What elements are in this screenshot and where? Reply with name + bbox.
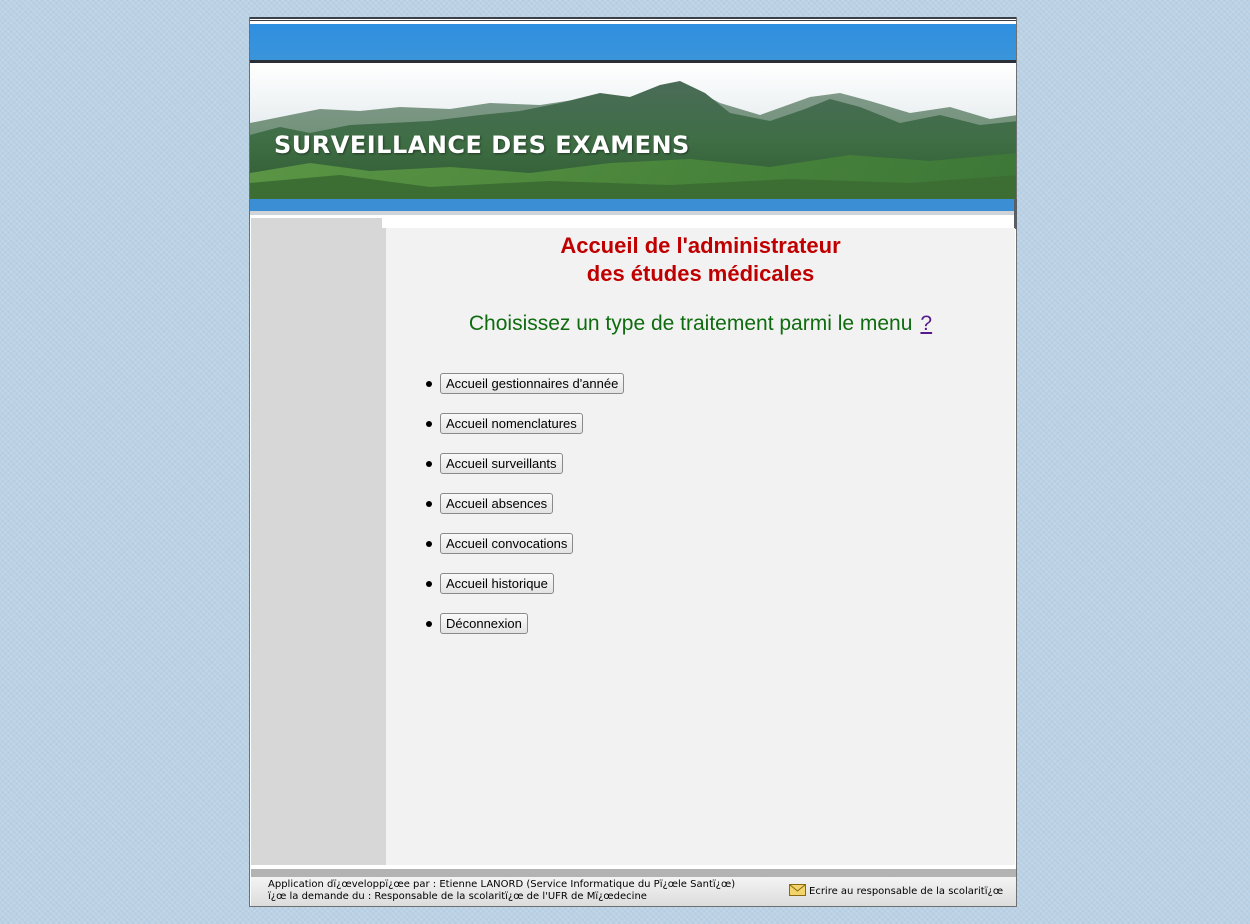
banner-shadow	[250, 211, 1016, 215]
page-title: Accueil de l'administrateur des études m…	[386, 232, 1015, 288]
bullet-icon	[426, 581, 432, 587]
top-border-thin	[250, 20, 1016, 21]
history-button[interactable]: Accueil historique	[440, 573, 554, 594]
list-item: Accueil historique	[426, 573, 624, 613]
left-sidebar	[251, 218, 386, 865]
page-title-line1: Accueil de l'administrateur	[560, 233, 841, 258]
page-title-line2: des études médicales	[586, 261, 815, 286]
sidebar-notch	[382, 218, 388, 228]
admin-menu: Accueil gestionnaires d'année Accueil no…	[426, 373, 625, 653]
bullet-icon	[426, 621, 432, 627]
list-item: Accueil surveillants	[426, 453, 624, 493]
footer-request: ï¿œ la demande du : Responsable de la sc…	[268, 891, 647, 902]
bullet-icon	[426, 541, 432, 547]
contact-link-label: Ecrire au responsable de la scolaritï¿œ	[809, 886, 1004, 897]
header-banner: SURVEILLANCE DES EXAMENS	[250, 63, 1016, 199]
list-item: Accueil gestionnaires d'année	[426, 373, 625, 413]
banner-blue-strip	[250, 199, 1016, 211]
year-managers-button[interactable]: Accueil gestionnaires d'année	[440, 373, 625, 394]
instruction-label: Choisissez un type de traitement parmi l…	[468, 312, 913, 335]
bullet-icon	[426, 461, 432, 467]
footer: Application dï¿œveloppï¿œe par : Etienne…	[251, 877, 1016, 906]
envelope-icon	[789, 884, 806, 896]
supervisors-button[interactable]: Accueil surveillants	[440, 453, 563, 474]
help-link[interactable]: ?	[920, 312, 932, 335]
list-item: Déconnexion	[426, 613, 624, 653]
list-item: Accueil convocations	[426, 533, 624, 573]
nomenclatures-button[interactable]: Accueil nomenclatures	[440, 413, 583, 434]
bullet-icon	[426, 501, 432, 507]
convocations-button[interactable]: Accueil convocations	[440, 533, 574, 554]
bullet-icon	[426, 381, 432, 387]
banner-right-shadow	[1014, 199, 1017, 229]
logout-button[interactable]: Déconnexion	[440, 613, 528, 634]
main-content: Accueil de l'administrateur des études m…	[386, 228, 1015, 865]
top-border	[250, 17, 1016, 19]
instruction-text: Choisissez un type de traitement parmi l…	[386, 312, 1015, 336]
list-item: Accueil nomenclatures	[426, 413, 624, 453]
header-blue-band	[250, 24, 1016, 60]
site-title: SURVEILLANCE DES EXAMENS	[274, 131, 690, 159]
list-item: Accueil absences	[426, 493, 624, 533]
page-container: SURVEILLANCE DES EXAMENS Accueil de l'ad…	[249, 17, 1017, 907]
contact-link[interactable]: Ecrire au responsable de la scolaritï¿œ	[789, 884, 1003, 897]
absences-button[interactable]: Accueil absences	[440, 493, 554, 514]
bullet-icon	[426, 421, 432, 427]
footer-credit: Application dï¿œveloppï¿œe par : Etienne…	[268, 879, 736, 890]
footer-divider	[251, 869, 1016, 877]
